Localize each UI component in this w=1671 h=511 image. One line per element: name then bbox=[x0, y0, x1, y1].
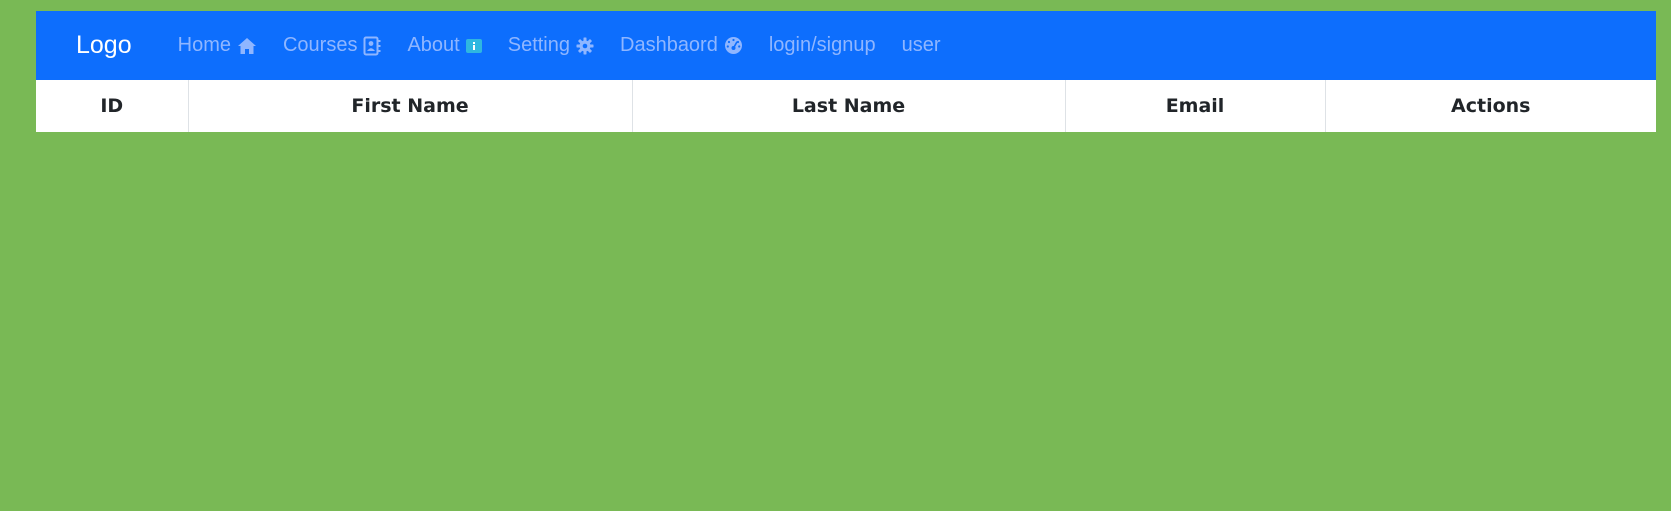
nav-link-login-signup-label: login/signup bbox=[768, 34, 876, 56]
gauge-icon bbox=[724, 36, 743, 55]
brand-logo-link[interactable]: Logo bbox=[76, 31, 132, 60]
users-table: ID First Name Last Name Email Actions bbox=[36, 80, 1656, 132]
info-icon bbox=[465, 38, 482, 53]
nav-link-dashboard-label: Dashbaord bbox=[620, 34, 718, 56]
column-header-actions: Actions bbox=[1451, 95, 1531, 117]
nav-link-user[interactable]: user bbox=[902, 34, 941, 57]
nav-link-dashboard[interactable]: Dashbaord bbox=[620, 34, 743, 57]
nav-link-home-label: Home bbox=[177, 34, 231, 56]
nav-link-courses-label: Courses bbox=[282, 34, 358, 56]
navbar: Logo Home Courses About Setting Dashbaor… bbox=[36, 11, 1656, 80]
nav-links: Home Courses About Setting Dashbaord log… bbox=[178, 34, 967, 57]
nav-link-user-label: user bbox=[901, 34, 941, 56]
column-header-first-name: First Name bbox=[188, 80, 633, 132]
nav-link-setting[interactable]: Setting bbox=[508, 34, 594, 57]
nav-link-home[interactable]: Home bbox=[178, 34, 257, 57]
nav-link-about-label: About bbox=[407, 34, 460, 56]
column-header-id: ID bbox=[36, 80, 189, 132]
gear-icon bbox=[576, 37, 594, 55]
nav-link-courses[interactable]: Courses bbox=[283, 34, 381, 57]
table-header-row: ID First Name Last Name Email Actions bbox=[36, 80, 1656, 132]
nav-link-login-signup[interactable]: login/signup bbox=[769, 34, 876, 57]
column-header-email: Email bbox=[1065, 80, 1326, 132]
page-container: Logo Home Courses About Setting Dashbaor… bbox=[36, 11, 1656, 132]
contact-card-icon bbox=[363, 36, 381, 56]
home-icon bbox=[237, 37, 257, 55]
column-header-last-name: Last Name bbox=[632, 80, 1066, 132]
nav-link-setting-label: Setting bbox=[507, 34, 570, 56]
nav-link-about[interactable]: About bbox=[407, 34, 482, 57]
